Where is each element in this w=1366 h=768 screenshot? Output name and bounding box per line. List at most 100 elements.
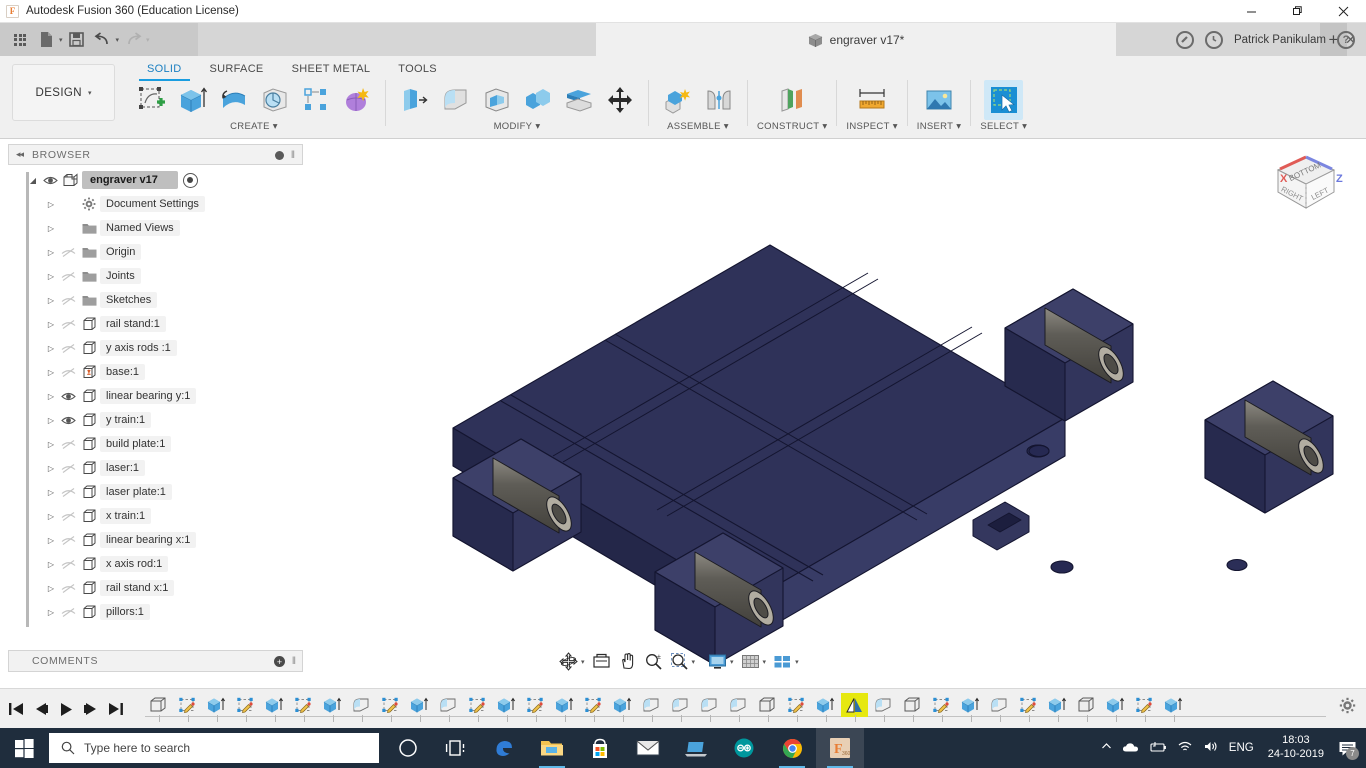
viewports-caret-icon[interactable]: ▾ bbox=[795, 658, 799, 666]
workspace-selector[interactable]: DESIGN ▾ bbox=[12, 64, 115, 121]
timeline-feature-fillet[interactable] bbox=[348, 693, 375, 717]
tab-tools[interactable]: TOOLS bbox=[384, 59, 451, 81]
file-explorer-icon[interactable] bbox=[528, 728, 576, 768]
tree-node[interactable]: ▷x axis rod:1 bbox=[8, 552, 303, 576]
tree-expand-icon[interactable]: ▷ bbox=[44, 392, 58, 401]
browser-collapse-icon[interactable]: ◂◂ bbox=[16, 149, 23, 160]
visibility-eye-off-icon[interactable] bbox=[58, 583, 78, 594]
timeline-feature-extrude[interactable] bbox=[1044, 693, 1071, 717]
tree-expand-icon[interactable]: ▷ bbox=[44, 200, 58, 209]
visibility-eye-off-icon[interactable] bbox=[58, 607, 78, 618]
timeline-feature-fillet[interactable] bbox=[725, 693, 752, 717]
notification-center-button[interactable]: 7 bbox=[1334, 728, 1360, 768]
step-forward-icon[interactable] bbox=[81, 696, 100, 722]
tree-expand-icon[interactable]: ▷ bbox=[44, 272, 58, 281]
save-icon[interactable] bbox=[65, 28, 89, 52]
viewports-button[interactable]: ▾ bbox=[770, 649, 802, 674]
browser-options-icon[interactable] bbox=[275, 151, 284, 160]
tree-node[interactable]: ▷Sketches bbox=[8, 288, 303, 312]
fit-button[interactable]: ▾ bbox=[667, 649, 699, 674]
timeline-feature-fillet[interactable] bbox=[870, 693, 897, 717]
viewport-canvas[interactable]: X Z BOTTOM RIGHT LEFT bbox=[305, 140, 1366, 686]
timeline-feature-body[interactable] bbox=[145, 693, 172, 717]
panel-insert-label[interactable]: INSERT ▾ bbox=[917, 121, 962, 132]
visibility-eye-off-icon[interactable] bbox=[58, 511, 78, 522]
onedrive-cloud-icon[interactable] bbox=[1122, 741, 1139, 756]
timeline-feature-extrude[interactable] bbox=[406, 693, 433, 717]
fusion360-icon[interactable]: F 360 bbox=[816, 728, 864, 768]
tree-expand-icon[interactable]: ▷ bbox=[44, 440, 58, 449]
visibility-eye-off-icon[interactable] bbox=[58, 463, 78, 474]
timeline-feature-extrude[interactable] bbox=[1160, 693, 1187, 717]
step-back-icon[interactable] bbox=[31, 696, 50, 722]
grid-snaps-caret-icon[interactable]: ▾ bbox=[763, 658, 767, 666]
visibility-eye-off-icon[interactable] bbox=[58, 271, 78, 282]
job-status-icon[interactable] bbox=[1205, 31, 1223, 49]
sweep-icon[interactable] bbox=[255, 80, 294, 120]
visibility-eye-off-icon[interactable] bbox=[58, 535, 78, 546]
visibility-eye-off-icon[interactable] bbox=[58, 319, 78, 330]
redo-icon[interactable] bbox=[121, 28, 145, 52]
tree-node[interactable]: ▷y axis rods :1 bbox=[8, 336, 303, 360]
undo-group[interactable]: ▾ bbox=[91, 28, 120, 52]
timeline-feature-sketch[interactable] bbox=[290, 693, 317, 717]
tree-expand-collapse-icon[interactable]: ◢ bbox=[26, 176, 40, 185]
insert-image-icon[interactable] bbox=[920, 80, 959, 120]
tree-expand-icon[interactable]: ▷ bbox=[44, 320, 58, 329]
form-icon[interactable] bbox=[337, 80, 376, 120]
timeline-feature-mirror[interactable] bbox=[841, 693, 868, 717]
pan-button[interactable] bbox=[615, 649, 640, 674]
help-icon[interactable]: ? bbox=[1337, 31, 1355, 49]
tree-expand-icon[interactable]: ▷ bbox=[44, 464, 58, 473]
tree-expand-icon[interactable]: ▷ bbox=[44, 512, 58, 521]
undo-icon[interactable] bbox=[91, 28, 115, 52]
tree-node[interactable]: ▷Joints bbox=[8, 264, 303, 288]
panel-inspect-label[interactable]: INSPECT ▾ bbox=[846, 121, 897, 132]
display-settings-caret-icon[interactable]: ▾ bbox=[730, 658, 734, 666]
panel-modify-label[interactable]: MODIFY ▾ bbox=[494, 121, 541, 132]
timeline-settings-gear-icon[interactable] bbox=[1339, 697, 1356, 717]
fillet-icon[interactable] bbox=[436, 80, 475, 120]
comments-grip-icon[interactable]: ‖ bbox=[292, 656, 296, 667]
press-pull-icon[interactable] bbox=[395, 80, 434, 120]
tab-surface[interactable]: SURFACE bbox=[196, 59, 278, 81]
taskbar-search[interactable]: Type here to search bbox=[49, 733, 379, 763]
offset-face-icon[interactable] bbox=[559, 80, 598, 120]
tab-sheet-metal[interactable]: SHEET METAL bbox=[278, 59, 385, 81]
tree-node[interactable]: ▷x train:1 bbox=[8, 504, 303, 528]
tree-expand-icon[interactable]: ▷ bbox=[44, 536, 58, 545]
tree-node[interactable]: ▷linear bearing y:1 bbox=[8, 384, 303, 408]
tree-node[interactable]: ▷build plate:1 bbox=[8, 432, 303, 456]
visibility-eye-icon[interactable] bbox=[40, 175, 60, 186]
redo-group[interactable]: ▾ bbox=[121, 28, 150, 52]
view-cube[interactable]: X Z BOTTOM RIGHT LEFT bbox=[1258, 152, 1354, 240]
timeline-feature-sketch[interactable] bbox=[174, 693, 201, 717]
timeline-feature-sketch[interactable] bbox=[464, 693, 491, 717]
mail-icon[interactable] bbox=[624, 728, 672, 768]
timeline-feature-fillet[interactable] bbox=[696, 693, 723, 717]
offset-plane-icon[interactable] bbox=[773, 80, 812, 120]
visibility-eye-off-icon[interactable] bbox=[58, 487, 78, 498]
microsoft-store-icon[interactable] bbox=[576, 728, 624, 768]
visibility-eye-off-icon[interactable] bbox=[58, 559, 78, 570]
joint-icon[interactable] bbox=[699, 80, 738, 120]
visibility-eye-icon[interactable] bbox=[58, 415, 78, 426]
visibility-eye-off-icon[interactable] bbox=[58, 439, 78, 450]
timeline-feature-fillet[interactable] bbox=[638, 693, 665, 717]
panel-assemble-label[interactable]: ASSEMBLE ▾ bbox=[667, 121, 729, 132]
create-sketch-icon[interactable] bbox=[132, 80, 171, 120]
tree-expand-icon[interactable]: ▷ bbox=[44, 560, 58, 569]
tree-expand-icon[interactable]: ▷ bbox=[44, 416, 58, 425]
tree-expand-icon[interactable]: ▷ bbox=[44, 368, 58, 377]
revolve-icon[interactable] bbox=[214, 80, 253, 120]
task-view-icon[interactable] bbox=[432, 728, 480, 768]
pattern-icon[interactable] bbox=[296, 80, 335, 120]
tree-node[interactable]: ▷y train:1 bbox=[8, 408, 303, 432]
panel-create-label[interactable]: CREATE ▾ bbox=[230, 121, 278, 132]
chrome-icon[interactable] bbox=[768, 728, 816, 768]
tray-chevron-icon[interactable] bbox=[1101, 741, 1112, 755]
comments-panel[interactable]: COMMENTS + ‖ bbox=[8, 650, 303, 672]
tree-expand-icon[interactable]: ▷ bbox=[44, 248, 58, 257]
tree-node[interactable]: ▷Named Views bbox=[8, 216, 303, 240]
fit-caret-icon[interactable]: ▾ bbox=[692, 658, 696, 666]
